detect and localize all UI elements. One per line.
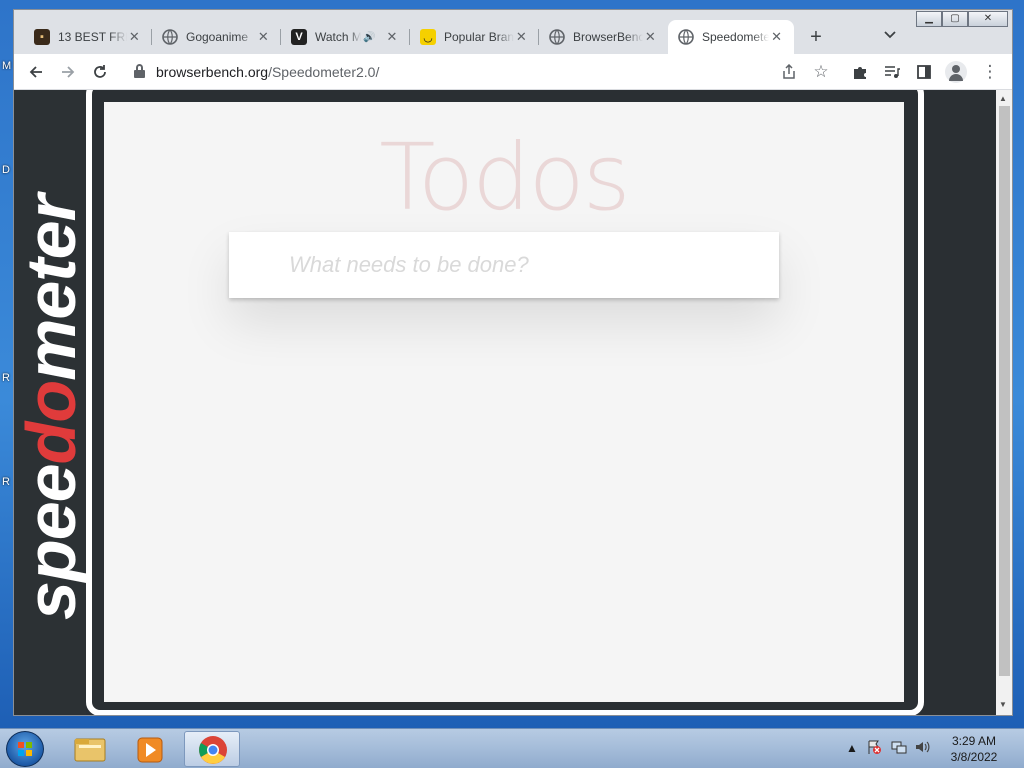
reload-icon[interactable] [88,60,112,84]
extensions-puzzle-icon[interactable] [848,60,872,84]
close-icon[interactable]: ✕ [643,29,658,45]
taskbar: ▲ 3:29 AM 3/8/2022 [0,728,1024,768]
tab-label: Popular Brand [444,30,514,44]
page-scrollbar[interactable]: ▲ ▼ [996,90,1012,715]
side-panel-icon[interactable] [912,60,936,84]
volume-icon[interactable] [914,739,930,758]
tab-label: 13 BEST FREE [58,30,127,44]
share-icon[interactable] [777,60,801,84]
url-domain: browserbench.org [156,64,269,80]
speedometer-sidebar: speedometer [14,90,90,715]
scroll-up-icon[interactable]: ▲ [999,94,1007,103]
explorer-taskbar-button[interactable] [62,731,118,767]
browser-toolbar: browserbench.org/Speedometer2.0/ ☆ ⋮ [14,54,1012,90]
start-button[interactable] [6,731,44,767]
tab-popular-brand[interactable]: ◡ Popular Brand ✕ [410,20,539,54]
browser-window: ▪ 13 BEST FREE ✕ Gogoanime ✕ V Watch M 🔊… [13,9,1013,716]
todos-heading: Todos [379,124,630,231]
url-path: /Speedometer2.0/ [268,64,380,80]
tab-search-chevron-icon[interactable] [884,28,896,42]
minimize-button[interactable]: ▁ [916,11,942,27]
tab-watch[interactable]: V Watch M 🔊 ✕ [281,20,410,54]
system-clock[interactable]: 3:29 AM 3/8/2022 [944,733,1004,765]
clock-time: 3:29 AM [951,734,997,748]
todo-app: Todos [104,102,904,702]
forward-arrow-icon[interactable] [56,60,80,84]
window-close-button[interactable]: ✕ [968,11,1008,27]
windows-logo-icon [18,742,33,757]
close-icon[interactable]: ✕ [514,29,529,45]
close-icon[interactable]: ✕ [256,29,271,45]
lock-icon[interactable] [134,64,145,78]
tab-browserbench[interactable]: BrowserBench ✕ [539,20,668,54]
tab-13-best-free[interactable]: ▪ 13 BEST FREE ✕ [24,20,152,54]
show-hidden-icons-icon[interactable]: ▲ [846,741,858,755]
speaker-icon[interactable]: 🔊 [363,32,377,43]
desktop-icon-label: R [2,372,10,384]
logo-text-end: meter [14,195,90,381]
tab-label: BrowserBench [573,30,643,44]
v-favicon-icon: V [291,29,307,45]
bookmark-star-icon[interactable]: ☆ [809,60,833,84]
media-player-taskbar-button[interactable] [122,731,178,767]
scroll-down-icon[interactable]: ▼ [999,700,1007,709]
tab-strip: ▪ 13 BEST FREE ✕ Gogoanime ✕ V Watch M 🔊… [14,10,1012,55]
close-icon[interactable]: ✕ [384,29,400,45]
close-icon[interactable]: ✕ [769,29,784,45]
desktop-icon-label: R [2,476,10,488]
desktop-icon-label: D [2,164,10,176]
media-control-icon[interactable] [880,60,904,84]
logo-text-accent: do [14,380,90,465]
address-bar[interactable]: browserbench.org/Speedometer2.0/ [156,64,379,80]
profile-avatar-icon[interactable] [945,61,967,83]
globe-icon [162,29,178,45]
tab-label: Watch M [315,30,361,44]
action-center-flag-icon[interactable] [866,739,882,758]
site-favicon-icon: ▪ [34,29,50,45]
clock-date: 3/8/2022 [950,750,998,764]
scrollbar-thumb[interactable] [999,106,1010,676]
tab-label: Speedometer [702,30,770,44]
globe-icon [678,29,694,45]
new-todo-input[interactable] [229,232,779,298]
close-icon[interactable]: ✕ [127,29,142,45]
globe-icon [549,29,565,45]
speedometer-logo: speedometer [14,195,90,620]
smile-favicon-icon: ◡ [420,29,436,45]
chrome-taskbar-button[interactable] [184,731,240,767]
maximize-button[interactable]: ▢ [942,11,968,27]
page-viewport: speedometer Todos [14,90,996,715]
tab-gogoanime[interactable]: Gogoanime ✕ [152,20,281,54]
back-arrow-icon[interactable] [24,60,48,84]
logo-text-start: spee [14,464,90,620]
network-icon[interactable] [891,739,907,758]
tab-label: Gogoanime [186,30,249,44]
desktop-icon-label: M [2,60,12,72]
new-tab-button[interactable]: + [804,26,828,50]
menu-kebab-icon[interactable]: ⋮ [978,60,1002,84]
tab-speedometer[interactable]: Speedometer ✕ [668,20,794,54]
